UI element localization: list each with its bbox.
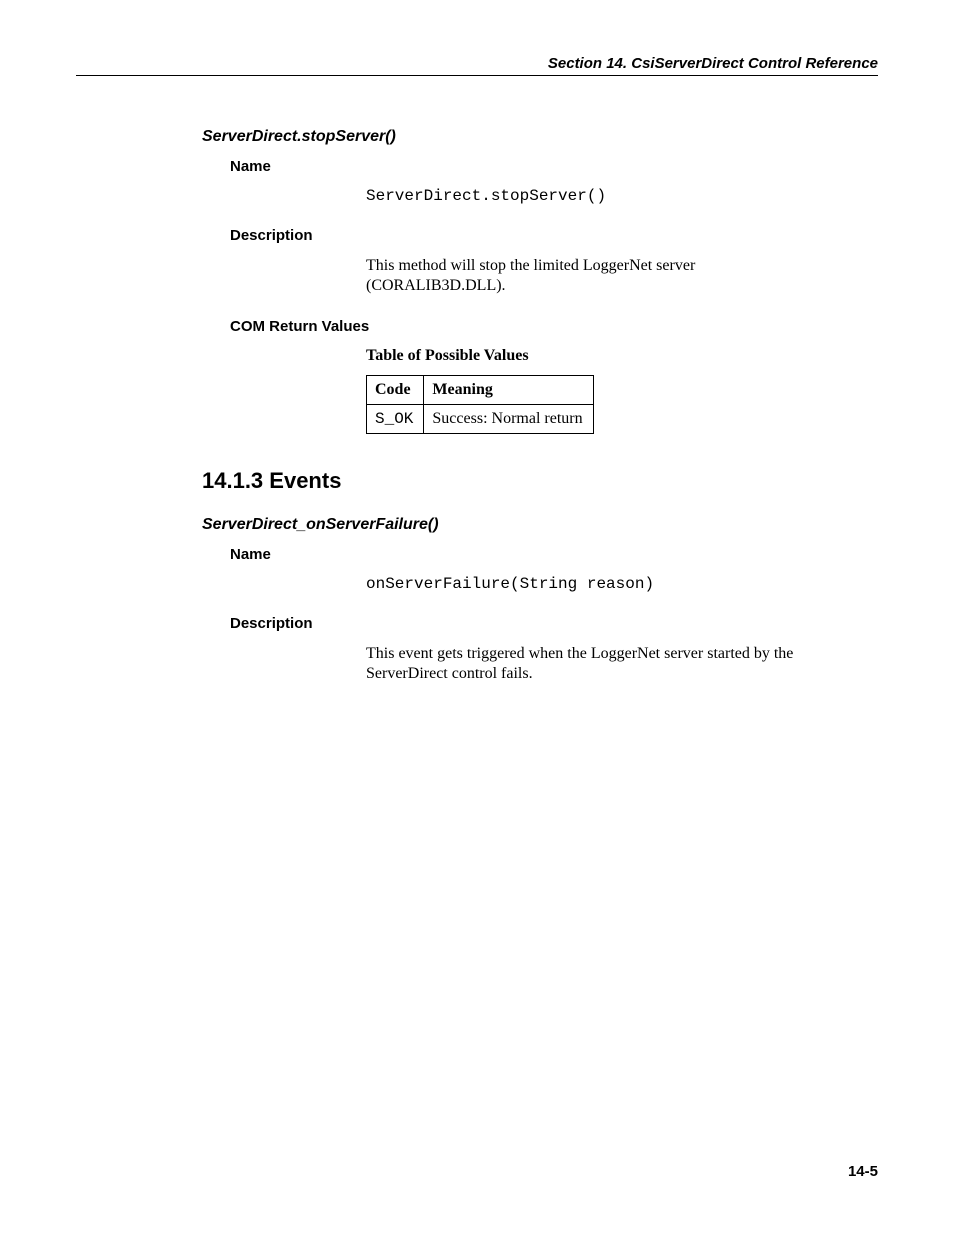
method-signature: ServerDirect.stopServer() xyxy=(366,187,878,205)
com-return-values-label: COM Return Values xyxy=(230,318,878,335)
cell-code: S_OK xyxy=(367,405,424,434)
name-label: Name xyxy=(230,158,878,175)
table-header-row: Code Meaning xyxy=(367,376,594,405)
running-header: Section 14. CsiServerDirect Control Refe… xyxy=(76,55,878,76)
table-row: S_OK Success: Normal return xyxy=(367,405,594,434)
col-header-meaning: Meaning xyxy=(424,376,593,405)
event-title-onserverfailure: ServerDirect_onServerFailure() xyxy=(202,516,878,534)
return-values-table: Code Meaning S_OK Success: Normal return xyxy=(366,375,594,434)
page-container: Section 14. CsiServerDirect Control Refe… xyxy=(0,0,954,1235)
cell-meaning: Success: Normal return xyxy=(424,405,593,434)
method-title-stopserver: ServerDirect.stopServer() xyxy=(202,128,878,146)
description-label: Description xyxy=(230,615,878,632)
name-label: Name xyxy=(230,546,878,563)
section-heading-events: 14.1.3 Events xyxy=(202,468,878,494)
table-title: Table of Possible Values xyxy=(366,347,878,365)
page-number: 14-5 xyxy=(848,1163,878,1180)
event-signature: onServerFailure(String reason) xyxy=(366,575,878,593)
col-header-code: Code xyxy=(367,376,424,405)
description-text: This method will stop the limited Logger… xyxy=(366,256,828,296)
description-label: Description xyxy=(230,227,878,244)
running-title-text: Section 14. CsiServerDirect Control Refe… xyxy=(548,55,878,72)
description-text: This event gets triggered when the Logge… xyxy=(366,644,828,684)
